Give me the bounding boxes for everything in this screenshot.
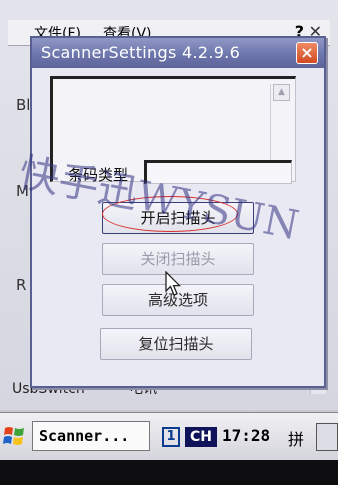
device-bezel [0, 460, 338, 485]
input-panel-icon[interactable] [316, 423, 338, 451]
barcode-type-field[interactable] [144, 160, 292, 184]
scroll-up-icon[interactable]: ▲ [273, 84, 290, 101]
reset-scanner-button[interactable]: 复位扫描头 [100, 328, 252, 360]
windows-start-icon[interactable] [2, 423, 28, 449]
dialog-close-button[interactable]: × [296, 42, 318, 64]
barcode-type-label: 条码类型 [68, 166, 129, 184]
bg-label-m: M [16, 182, 29, 200]
ime-pinyin-indicator[interactable]: 拼 [288, 426, 304, 450]
highlight-ellipse [102, 196, 238, 232]
dialog-titlebar[interactable]: ScannerSettings 4.2.9.6 [32, 38, 324, 68]
keyboard-indicator[interactable]: 1 [162, 427, 180, 447]
taskbar: Scanner... 1 CH 17:28 拼 [0, 412, 338, 460]
task-button-scanner[interactable]: Scanner... [32, 421, 150, 451]
language-indicator[interactable]: CH [185, 427, 217, 447]
clock[interactable]: 17:28 [222, 426, 270, 445]
bg-label-r: R [16, 276, 27, 294]
mouse-cursor-icon [165, 271, 181, 296]
dialog-title: ScannerSettings 4.2.9.6 [41, 43, 241, 62]
